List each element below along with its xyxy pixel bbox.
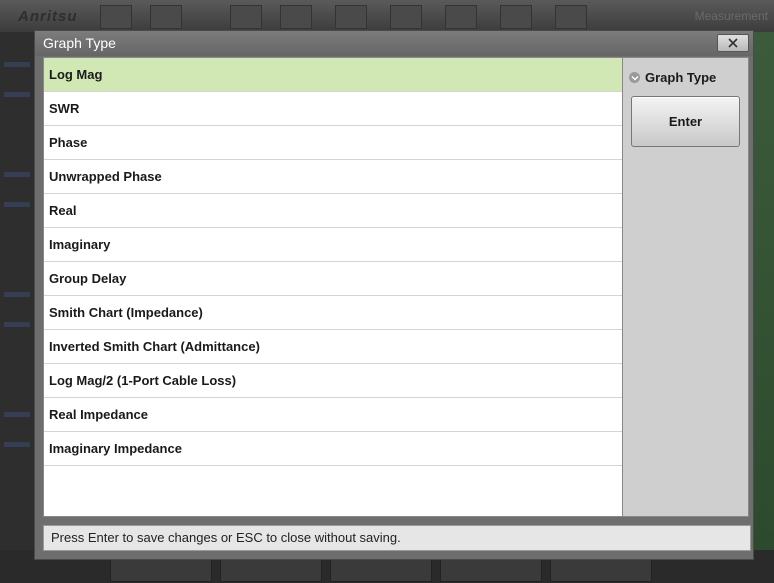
background-plot-edge [752, 32, 774, 552]
close-button[interactable] [717, 34, 749, 52]
background-trace [4, 442, 30, 447]
background-tool-button [100, 5, 132, 29]
background-tool-button [150, 5, 182, 29]
list-item[interactable]: Log Mag/2 (1-Port Cable Loss) [44, 364, 622, 398]
list-item[interactable]: Imaginary Impedance [44, 432, 622, 466]
background-tool-button [280, 5, 312, 29]
background-tool-button [390, 5, 422, 29]
close-icon [728, 38, 738, 48]
background-toolbar: Anritsu Measurement [0, 0, 774, 33]
side-panel: Graph Type Enter [623, 57, 749, 517]
background-trace-panel [0, 32, 36, 552]
dialog-title: Graph Type [43, 35, 116, 51]
list-item[interactable]: Log Mag [44, 58, 622, 92]
background-trace [4, 322, 30, 327]
background-trace [4, 92, 30, 97]
list-item[interactable]: Inverted Smith Chart (Admittance) [44, 330, 622, 364]
background-tool-button [230, 5, 262, 29]
enter-button[interactable]: Enter [631, 96, 740, 147]
background-trace [4, 172, 30, 177]
side-panel-header: Graph Type [629, 70, 716, 85]
dialog-titlebar[interactable]: Graph Type [35, 31, 753, 56]
background-trace [4, 412, 30, 417]
graph-type-list[interactable]: Log Mag SWR Phase Unwrapped Phase Real Imagin… [43, 57, 623, 517]
list-item[interactable]: Real Impedance [44, 398, 622, 432]
list-item[interactable]: Phase [44, 126, 622, 160]
status-message: Press Enter to save changes or ESC to cl… [43, 525, 751, 551]
background-tool-button [500, 5, 532, 29]
background-trace [4, 292, 30, 297]
background-menu-label: Measurement [694, 9, 768, 23]
brand-logo: Anritsu [18, 8, 78, 25]
list-item[interactable]: SWR [44, 92, 622, 126]
list-item[interactable]: Group Delay [44, 262, 622, 296]
list-item[interactable]: Unwrapped Phase [44, 160, 622, 194]
background-tool-button [335, 5, 367, 29]
side-panel-label: Graph Type [645, 70, 717, 85]
list-item[interactable]: Imaginary [44, 228, 622, 262]
list-item[interactable]: Smith Chart (Impedance) [44, 296, 622, 330]
chevron-down-icon [629, 72, 640, 83]
background-trace [4, 62, 30, 67]
background-tool-button [555, 5, 587, 29]
background-trace [4, 202, 30, 207]
background-tool-button [445, 5, 477, 29]
graph-type-dialog: Graph Type Log Mag SWR Phase Unwrapped Phas… [34, 30, 754, 560]
list-item[interactable]: Real [44, 194, 622, 228]
